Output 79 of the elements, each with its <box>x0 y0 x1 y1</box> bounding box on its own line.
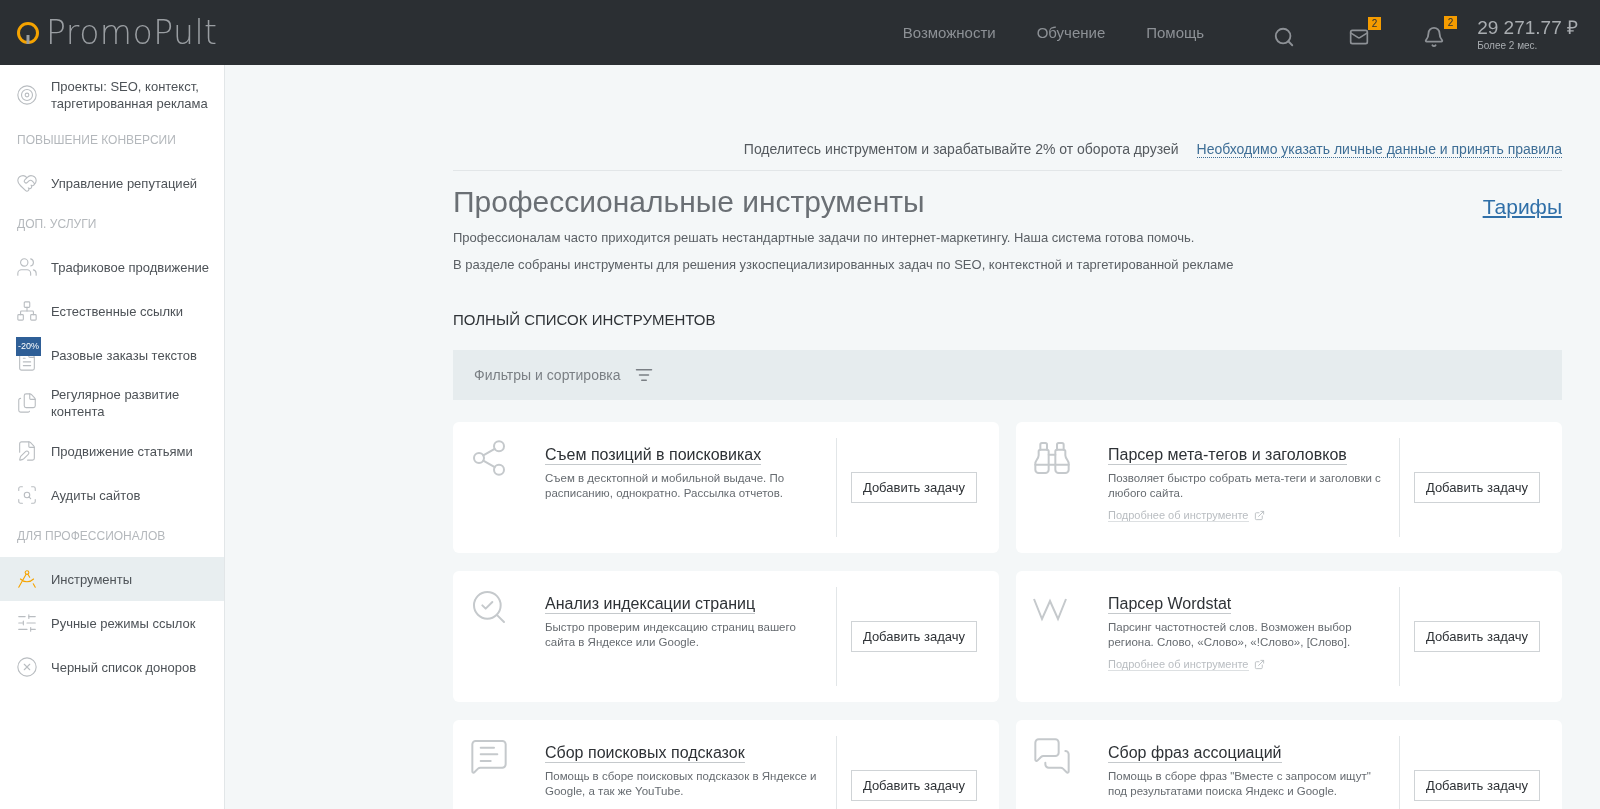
tool-title[interactable]: Сбор поисковых подсказок <box>545 744 745 763</box>
tool-description: Парсинг частотностей слов. Возможен выбор региона. Слово, «Слово», «!Слово», [Слово]. <box>1108 620 1353 650</box>
tool-description: Помощь в сборе фраз "Вместе с запросом ищут" под результатами поиска Яндекс и Google. <box>1108 769 1372 799</box>
sidebar-item-label: Продвижение статьями <box>51 442 193 460</box>
sidebar-item-label: Разовые заказы текстов <box>51 346 197 364</box>
people-icon <box>16 256 38 278</box>
sidebar-item-label: Проекты: SEO, контекст, таргетированная реклама <box>51 78 209 112</box>
nav-link[interactable]: Обучение <box>1036 24 1106 41</box>
scan-search-icon <box>16 484 38 506</box>
add-task-button[interactable]: Добавить задачу <box>1413 770 1540 801</box>
document-pen-icon <box>16 440 38 462</box>
sidebar-item[interactable]: Продвижение статьями <box>0 429 224 473</box>
tool-title[interactable]: Парсер мета-тегов и заголовков <box>1108 446 1347 465</box>
balance-amount: 29 271.77 ₽ <box>1477 16 1578 40</box>
sidebar-item-label: Черный список доноров <box>51 658 197 676</box>
sidebar-item-label: Инструменты <box>51 570 133 588</box>
add-task-button[interactable]: Добавить задачу <box>850 770 977 801</box>
add-task-button[interactable]: Добавить задачу <box>1413 621 1540 652</box>
cross-circle-icon <box>16 656 38 678</box>
tool-description: Быстро проверим индексацию страниц вашего сайта в Яндексе или Google. <box>545 620 797 650</box>
sidebar-section-heading: ДЛЯ ПРОФЕССИОНАЛОВ <box>16 528 167 545</box>
sliders-icon <box>16 612 38 634</box>
logo-text[interactable]: PromoPult <box>46 13 218 52</box>
sidebar-item[interactable]: Трафиковое продвижение <box>0 245 224 289</box>
sidebar-item[interactable]: Черный список доноров <box>0 645 224 689</box>
tool-description: Позволяет быстро собрать мета-теги и заголовки с любого сайта. <box>1108 471 1382 501</box>
tool-title[interactable]: Анализ индексации страниц <box>545 595 756 614</box>
sidebar-item[interactable]: Естественные ссылки <box>0 289 224 333</box>
notifications-button[interactable]: 2 <box>1421 15 1458 50</box>
sidebar-item[interactable]: Аудиты сайтов <box>0 473 224 517</box>
bell-icon <box>1423 25 1446 48</box>
blocks-icon <box>16 300 38 322</box>
heart-hand-icon <box>16 172 38 194</box>
tool-title[interactable]: Сбор фраз ассоциаций <box>1108 744 1282 763</box>
filters-button[interactable]: Фильтры и сортировка <box>474 366 653 384</box>
sidebar-item-label: Трафиковое продвижение <box>51 258 210 276</box>
referral-text: Поделитесь инструментом и зарабатывайте 2% от оборота друзей <box>743 141 1179 158</box>
tool-title[interactable]: Парсер Wordstat <box>1108 595 1232 614</box>
sidebar-item[interactable]: Инструменты <box>0 557 224 601</box>
external-link-icon <box>1253 659 1265 670</box>
add-task-button[interactable]: Добавить задачу <box>850 621 977 652</box>
compass-icon <box>16 568 38 590</box>
external-link-icon <box>1253 510 1265 521</box>
discount-badge: -20% <box>16 337 41 356</box>
sidebar-item[interactable]: Регулярное развитие контента <box>0 377 224 429</box>
add-task-button[interactable]: Добавить задачу <box>850 472 977 503</box>
tool-title[interactable]: Съем позиций в поисковиках <box>545 446 762 465</box>
nav-link[interactable]: Помощь <box>1146 24 1205 41</box>
mail-button[interactable]: 2 <box>1347 16 1382 49</box>
sidebar-section-heading: ДОП. УСЛУГИ <box>16 216 98 233</box>
search-icon <box>1273 25 1296 48</box>
target-icon <box>16 84 38 106</box>
page-title: Профессиональные инструменты <box>453 185 925 219</box>
sidebar-item[interactable]: Проекты: SEO, контекст, таргетированная реклама <box>0 69 224 121</box>
sidebar-item-label: Управление репутацией <box>51 174 198 192</box>
count-badge: 2 <box>1367 16 1382 30</box>
tariffs-link[interactable]: Тарифы <box>1482 195 1562 219</box>
documents-icon <box>16 392 38 414</box>
nav-link[interactable]: Возможности <box>902 24 996 41</box>
sidebar-section-heading: ПОВЫШЕНИЕ КОНВЕРСИИ <box>16 132 177 149</box>
count-badge: 2 <box>1443 15 1458 29</box>
sidebar-item-label: Естественные ссылки <box>51 302 183 320</box>
balance-note: Более 2 мес. <box>1477 40 1539 51</box>
chat-bubbles-icon <box>1032 736 1072 776</box>
sidebar-item[interactable]: -20% Разовые заказы текстов <box>0 333 224 377</box>
terms-link[interactable]: Необходимо указать личные данные и принять правила <box>1196 141 1562 158</box>
page-description: Профессионалам часто приходится решать нестандартные задачи по интернет-маркетингу. Наша система готова помочь. <box>453 230 1196 246</box>
sidebar-item-label: Ручные режимы ссылок <box>51 614 196 632</box>
tool-description: Помощь в сборе поисковых подсказок в Яндексе и Google, а так же YouTube. <box>545 769 818 799</box>
sidebar-item[interactable]: Ручные режимы ссылок <box>0 601 224 645</box>
sidebar-item[interactable]: Управление репутацией <box>0 161 224 205</box>
logo-icon <box>16 20 40 45</box>
sidebar-item-label: Регулярное развитие контента <box>51 386 181 420</box>
add-task-button[interactable]: Добавить задачу <box>1413 472 1540 503</box>
sidebar-item-label: Аудиты сайтов <box>51 486 141 504</box>
section-heading: ПОЛНЫЙ СПИСОК ИНСТРУМЕНТОВ <box>453 311 717 328</box>
tool-description: Съем в десктопной и мобильной выдаче. По расписанию, однократно. Рассылка отчетов. <box>545 471 786 501</box>
page-description: В разделе собраны инструменты для решения узкоспециализированных задач по SEO, контекстной и таргетированной рекламе <box>453 257 1235 273</box>
sort-icon <box>634 366 653 384</box>
